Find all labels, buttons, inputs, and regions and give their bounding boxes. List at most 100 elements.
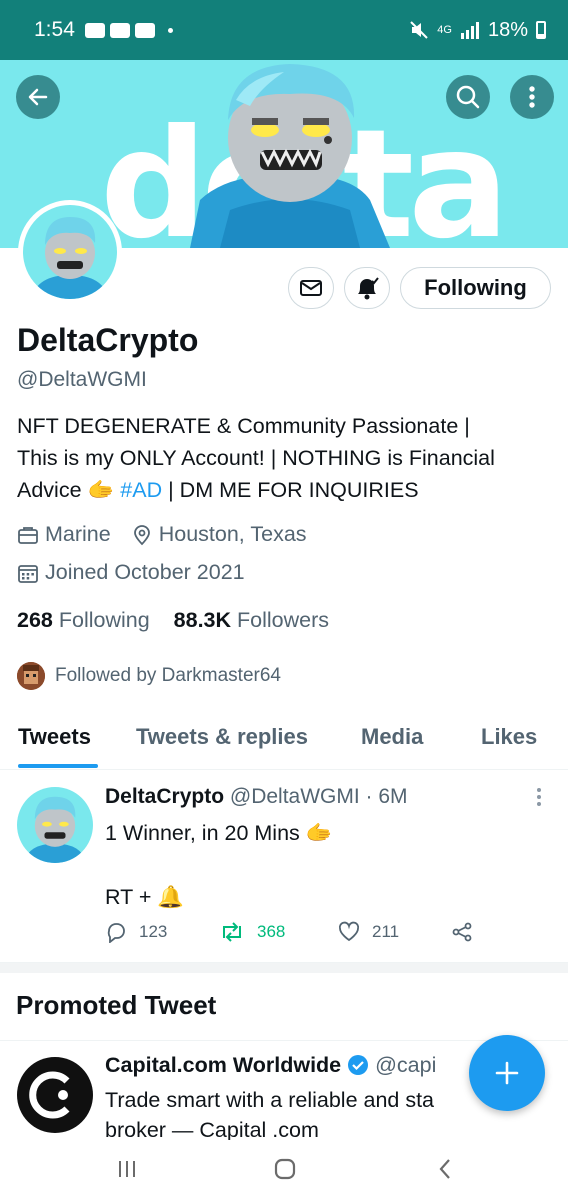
bio-emoji: 🫱 [87, 478, 115, 502]
followers-label: Followers [237, 608, 330, 632]
gallery-notification-icon [84, 22, 105, 38]
notification-icons [84, 22, 173, 38]
tab-likes[interactable]: Likes [481, 724, 537, 750]
calendar-icon [18, 564, 38, 583]
tweet-text: 1 Winner, in 20 Mins 🫱 RT + 🔔 [105, 817, 333, 913]
bell-emoji: 🔔 [157, 885, 185, 909]
verified-badge-icon [348, 1055, 369, 1075]
follower-avatar [17, 662, 45, 690]
following-label: Following [58, 608, 150, 632]
followers-count-link[interactable]: 88.3K Followers [174, 608, 329, 632]
display-name: DeltaCrypto [17, 322, 199, 358]
signal-icon [460, 22, 479, 39]
tweet[interactable]: DeltaCrypto @DeltaWGMI · 6M 1 Winner, in… [0, 771, 568, 963]
tab-tweets-replies[interactable]: Tweets & replies [136, 724, 308, 750]
back-button[interactable] [16, 75, 60, 119]
retweet-count: 368 [257, 922, 286, 941]
status-time: 1:54 [34, 18, 75, 41]
profile-avatar[interactable] [18, 200, 122, 304]
more-options-button[interactable] [510, 75, 554, 119]
tab-tweets[interactable]: Tweets [18, 724, 91, 750]
system-status: 4G 18% [409, 19, 546, 42]
youtube-notification-icon-2 [134, 22, 155, 38]
system-navigation-bar [0, 1140, 568, 1200]
promoted-author[interactable]: Capital.com Worldwide [105, 1053, 341, 1077]
following-count: 268 [17, 608, 53, 632]
compose-tweet-button[interactable] [469, 1035, 545, 1111]
tweet-line-1: 1 Winner, in 20 Mins 🫱 [105, 817, 333, 849]
like-button[interactable]: 211 [338, 921, 399, 943]
promoted-section-title: Promoted Tweet [16, 990, 217, 1020]
avatar-character-icon [23, 796, 87, 863]
capital-logo-icon [29, 1071, 70, 1119]
plus-icon [495, 1061, 519, 1085]
promoted-line-2: broker — Capital .com [105, 1118, 319, 1140]
more-notifications-icon [167, 27, 173, 33]
battery-percent: 18% [487, 18, 528, 41]
bio-line-3-prefix: Advice [17, 478, 82, 502]
notifications-button[interactable] [344, 267, 390, 309]
tweet-author-avatar[interactable] [17, 787, 93, 863]
follow-counts: 268 Following 88.3K Followers [17, 608, 329, 633]
active-tab-indicator [18, 764, 98, 768]
home-icon [274, 1158, 296, 1180]
tweet-line-1-text: 1 Winner, in 20 Mins [105, 821, 300, 845]
share-button[interactable] [451, 921, 473, 943]
followed-by-text: Followed by Darkmaster64 [55, 665, 281, 686]
mute-icon [410, 21, 428, 39]
tweet-actions: 123 368 211 [105, 921, 525, 951]
tweet-handle-time: @DeltaWGMI · 6M [229, 785, 408, 808]
status-bar: 1:54 4G 18% [0, 0, 568, 60]
tweet-header: DeltaCrypto @DeltaWGMI · 6M [105, 785, 408, 809]
profile-avatar-image [23, 205, 117, 299]
back-chevron-icon [439, 1159, 450, 1179]
user-handle: @DeltaWGMI [17, 368, 147, 391]
battery-icon [536, 21, 546, 39]
avatar-character-icon [31, 217, 109, 299]
handshake-emoji: 🫱 [305, 821, 333, 845]
back-nav-button[interactable] [425, 1154, 465, 1184]
tweet-author-name[interactable]: DeltaCrypto [105, 785, 224, 808]
section-separator [0, 963, 568, 973]
reply-button[interactable]: 123 [105, 921, 167, 943]
recent-apps-button[interactable] [107, 1154, 147, 1184]
tweet-line-2: RT + 🔔 [105, 881, 333, 913]
heart-icon [338, 921, 360, 942]
search-button[interactable] [446, 75, 490, 119]
banner-character-image [190, 64, 390, 248]
like-count: 211 [372, 922, 400, 941]
retweet-icon [223, 922, 241, 942]
following-count-link[interactable]: 268 Following [17, 608, 150, 632]
profile-tabs: Tweets Tweets & replies Media Likes [0, 712, 568, 770]
more-vertical-icon [529, 86, 535, 108]
bell-check-icon [358, 277, 379, 300]
home-button[interactable] [265, 1154, 305, 1184]
promoted-header: Capital.com Worldwide @capi [105, 1053, 436, 1078]
search-icon [456, 85, 480, 109]
promoted-handle: @capi [375, 1053, 437, 1077]
message-button[interactable] [288, 267, 334, 309]
back-arrow-icon [28, 88, 48, 106]
network-type: 4G [437, 24, 452, 36]
recent-apps-icon [119, 1161, 135, 1177]
capital-com-logo[interactable] [17, 1057, 93, 1133]
location-pin-icon [133, 524, 150, 545]
tab-media[interactable]: Media [361, 724, 423, 750]
followed-by-row[interactable]: Followed by Darkmaster64 [17, 662, 281, 690]
joined-row: Joined October 2021 [17, 560, 245, 585]
following-button[interactable]: Following [400, 267, 551, 309]
profession-text: Marine [45, 522, 111, 546]
youtube-notification-icon [109, 22, 130, 38]
followers-count: 88.3K [173, 608, 232, 632]
promoted-line-1: Trade smart with a reliable and sta [105, 1088, 435, 1112]
envelope-icon [300, 280, 322, 296]
promoted-text: Trade smart with a reliable and sta brok… [105, 1085, 485, 1140]
joined-text: Joined October 2021 [45, 560, 245, 584]
bio-hashtag-link[interactable]: #AD [120, 478, 162, 502]
tweet-line-2-text: RT + [105, 885, 152, 909]
tweet-more-icon[interactable] [535, 787, 543, 807]
retweet-button[interactable]: 368 [219, 921, 285, 943]
reply-count: 123 [139, 922, 168, 941]
bio-line-2: This is my ONLY Account! | NOTHING is Fi… [17, 446, 495, 470]
briefcase-icon [18, 526, 38, 544]
